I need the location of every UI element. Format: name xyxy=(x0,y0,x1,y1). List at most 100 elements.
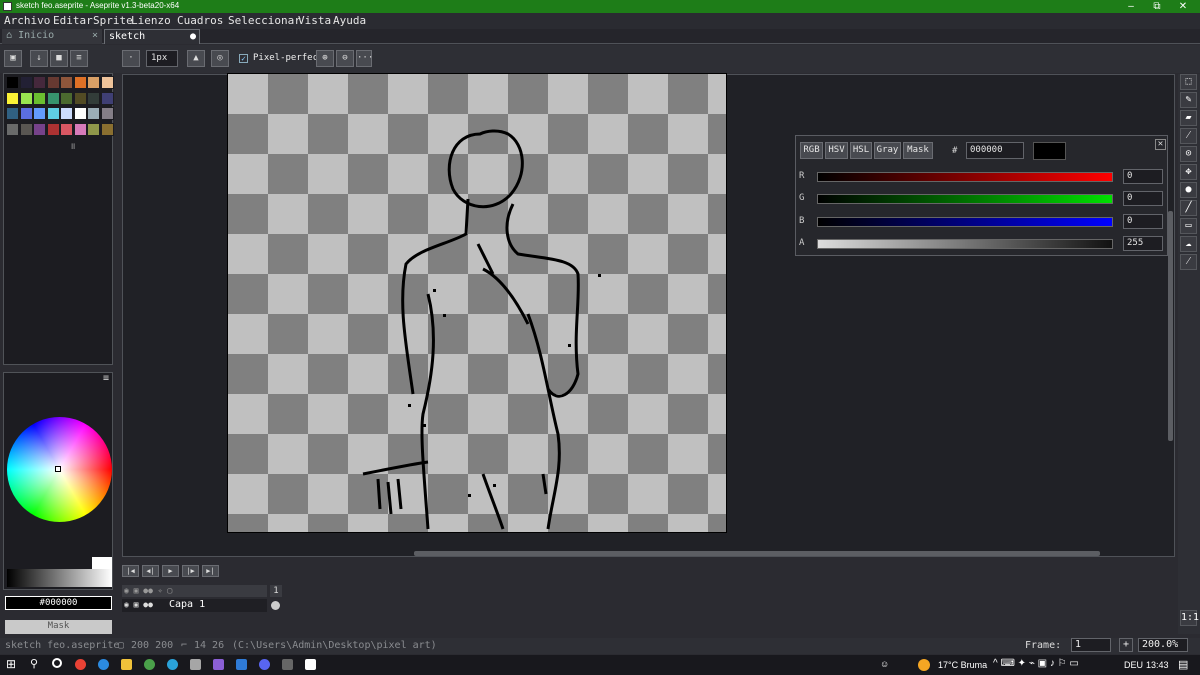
menu-icon[interactable]: ≡ xyxy=(70,50,88,67)
app-icon-1[interactable] xyxy=(190,659,201,670)
app-icon-2[interactable] xyxy=(236,659,247,670)
vertical-scrollbar[interactable] xyxy=(1168,211,1173,441)
blur-tool-icon[interactable]: ☁ xyxy=(1180,236,1197,252)
symmetry-icon[interactable]: ⊕ xyxy=(316,50,334,67)
weather-icon[interactable] xyxy=(918,659,930,671)
play-button[interactable]: ▶ xyxy=(162,565,179,577)
eyedropper-tool-icon[interactable]: ⁄ xyxy=(1180,128,1197,144)
menu-cuadros[interactable]: Cuadros xyxy=(177,14,223,27)
file-explorer-icon[interactable] xyxy=(121,659,132,670)
first-frame-button[interactable]: |◀ xyxy=(122,565,139,577)
palette-swatch[interactable] xyxy=(87,76,100,89)
brush-shape-icon[interactable]: · xyxy=(122,50,140,67)
palette-swatch[interactable] xyxy=(46,76,60,89)
palette-swatch[interactable] xyxy=(87,91,100,105)
palette-swatch[interactable] xyxy=(19,76,33,89)
layer-visibility-icon[interactable]: ◉ ▣ ●● xyxy=(122,600,153,609)
palette-swatch[interactable] xyxy=(73,107,87,120)
move-tool-icon[interactable]: ✥ xyxy=(1180,164,1197,180)
pencil-tool-icon[interactable]: ✎ xyxy=(1180,92,1197,108)
palette-swatch[interactable] xyxy=(19,107,33,120)
prev-frame-button[interactable]: ◀| xyxy=(142,565,159,577)
notifications-icon[interactable]: ▤ xyxy=(1178,658,1188,671)
palette-swatch[interactable] xyxy=(73,122,87,136)
windows-start-icon[interactable]: ⊞ xyxy=(6,657,16,671)
frame-header-1[interactable]: 1 xyxy=(270,585,282,597)
menu-editar[interactable]: Editar xyxy=(53,14,93,27)
pixel-perfect-checkbox[interactable]: ✓ xyxy=(239,54,248,63)
current-color-hex[interactable]: #000000 xyxy=(5,596,112,610)
palette-swatch[interactable] xyxy=(33,76,46,89)
chrome-icon[interactable] xyxy=(75,659,86,670)
palette-swatch[interactable] xyxy=(60,107,73,120)
palette-swatch[interactable] xyxy=(87,107,100,120)
menu-lienzo[interactable]: Lienzo xyxy=(131,14,171,27)
visibility-header-icon[interactable]: ◉ ▣ ●● ✧ ▢ xyxy=(122,586,172,595)
tab-sketch[interactable]: sketch feo.asep ● xyxy=(104,29,200,56)
palette-swatch[interactable] xyxy=(6,122,19,136)
task-view-icon[interactable] xyxy=(52,658,62,668)
ink-icon[interactable]: ▲ xyxy=(187,50,205,67)
red-value-input[interactable]: 0 xyxy=(1123,169,1163,184)
popup-tab-rgb[interactable]: RGB xyxy=(800,142,823,159)
popup-tab-hsv[interactable]: HSV xyxy=(825,142,848,159)
tab-home-close-icon[interactable]: × xyxy=(92,29,98,43)
palette-swatch[interactable] xyxy=(33,107,46,120)
frame-input[interactable]: 1 xyxy=(1071,638,1111,652)
palette-swatch[interactable] xyxy=(100,91,114,105)
palette-swatch[interactable] xyxy=(6,91,19,105)
popup-tab-gray[interactable]: Gray xyxy=(874,142,901,159)
tray-icons[interactable]: ^ ⌨ ✦ ⌁ ▣ ♪ ⚐ ▭ xyxy=(993,658,1079,669)
red-slider[interactable] xyxy=(817,172,1113,182)
green-slider[interactable] xyxy=(817,194,1113,204)
weather-text[interactable]: 17°C Bruma xyxy=(938,660,987,670)
color-panel-menu-icon[interactable]: ≡ xyxy=(103,373,109,384)
palette-swatch[interactable] xyxy=(33,122,46,136)
language-indicator[interactable]: DEU xyxy=(1124,660,1143,670)
symmetry-h-icon[interactable]: ⊖ xyxy=(336,50,354,67)
palette-resize-handle[interactable]: ॥ xyxy=(70,139,75,152)
popup-tab-hsl[interactable]: HSL xyxy=(850,142,872,159)
tab-home[interactable]: ⌂ Inicio × xyxy=(2,29,102,44)
palette-swatch[interactable] xyxy=(73,91,87,105)
palette-swatch[interactable] xyxy=(46,107,60,120)
alpha-value-input[interactable]: 255 xyxy=(1123,236,1163,251)
eraser-tool-icon[interactable]: ▰ xyxy=(1180,110,1197,126)
discord-icon[interactable] xyxy=(259,659,270,670)
edge-icon[interactable] xyxy=(98,659,109,670)
palette-swatch[interactable] xyxy=(60,91,73,105)
opacity-icon[interactable]: ◎ xyxy=(211,50,229,67)
menu-seleccionar[interactable]: Seleccionar xyxy=(228,14,301,27)
palette-swatch[interactable] xyxy=(100,122,114,136)
text-tool-icon[interactable]: ⁄ xyxy=(1180,254,1197,270)
menu-ayuda[interactable]: Ayuda xyxy=(333,14,366,27)
palette-swatch[interactable] xyxy=(46,122,60,136)
zoom-tool-icon[interactable]: ⊙ xyxy=(1180,146,1197,162)
palette-swatch[interactable] xyxy=(60,76,73,89)
close-window-button[interactable]: ✕ xyxy=(1168,0,1198,13)
palette-swatch[interactable] xyxy=(19,122,33,136)
palette-swatch[interactable] xyxy=(73,76,87,89)
gray-ramp[interactable] xyxy=(7,569,112,587)
palette-swatch[interactable] xyxy=(6,107,19,120)
clock[interactable]: 13:43 xyxy=(1146,660,1169,670)
app-icon-3[interactable] xyxy=(282,659,293,670)
layer-name[interactable]: Capa 1 xyxy=(169,599,205,610)
marquee-tool-icon[interactable]: ⬚ xyxy=(1180,74,1197,90)
layer-row[interactable]: ◉ ▣ ●● Capa 1 xyxy=(122,599,267,612)
palette-swatch[interactable] xyxy=(46,91,60,105)
line-tool-icon[interactable]: ╱ xyxy=(1180,200,1197,216)
popup-close-icon[interactable]: ✕ xyxy=(1155,139,1166,150)
green-value-input[interactable]: 0 xyxy=(1123,191,1163,206)
fill-tool-icon[interactable]: ● xyxy=(1180,182,1197,198)
people-icon[interactable]: ☺ xyxy=(880,659,889,669)
popup-hex-input[interactable]: 000000 xyxy=(966,142,1024,159)
save-icon[interactable]: ■ xyxy=(50,50,68,67)
telegram-icon[interactable] xyxy=(167,659,178,670)
menu-vista[interactable]: Vista xyxy=(298,14,331,27)
menu-archivo[interactable]: Archivo xyxy=(4,14,50,27)
aseprite-taskbar-icon[interactable] xyxy=(305,659,316,670)
palette-swatch[interactable] xyxy=(60,122,73,136)
palette-swatch[interactable] xyxy=(6,76,19,89)
lock-icon[interactable]: ▣ xyxy=(4,50,22,67)
